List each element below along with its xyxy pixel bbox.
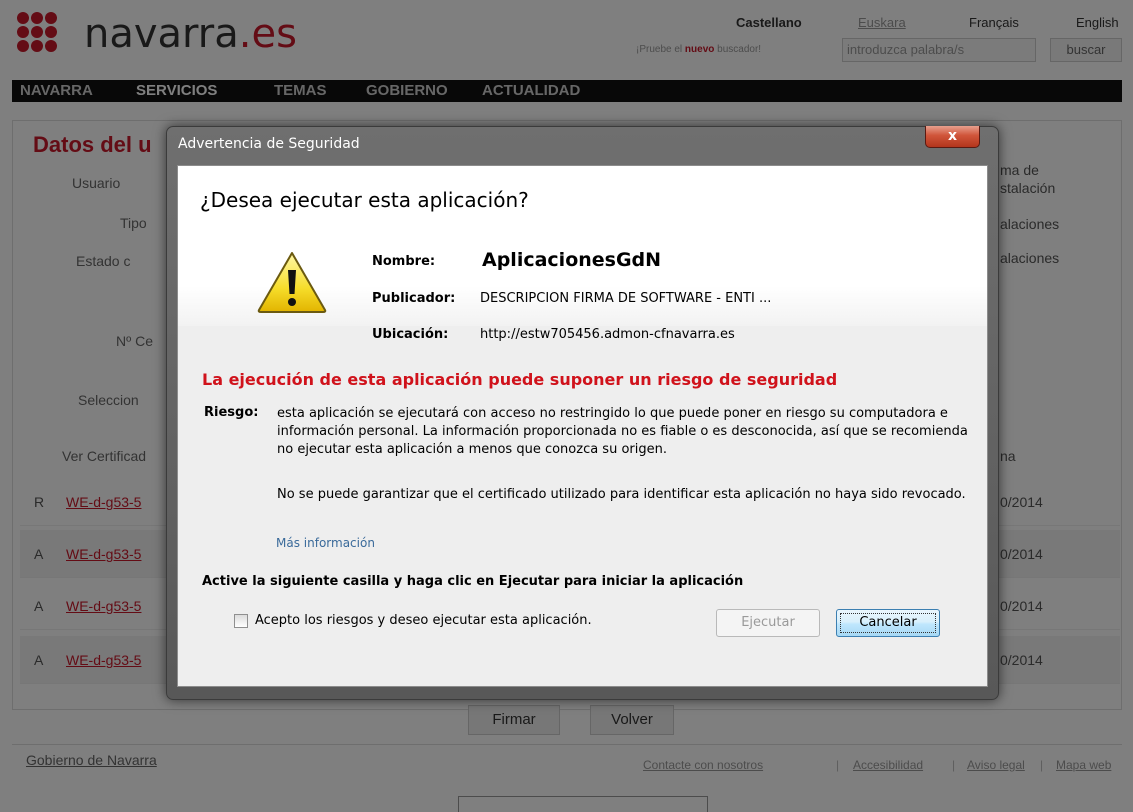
warning-icon — [256, 250, 328, 318]
name-label: Nombre: — [372, 254, 436, 269]
risk-description: esta aplicación se ejecutará con acceso … — [277, 406, 968, 457]
publisher-label: Publicador: — [372, 291, 456, 306]
close-button[interactable]: x — [925, 126, 980, 148]
more-info-link[interactable]: Más información — [276, 536, 375, 550]
publisher-value: DESCRIPCION FIRMA DE SOFTWARE - ENTI ... — [480, 291, 772, 306]
dialog-heading: ¿Desea ejecutar esta aplicación? — [200, 188, 529, 212]
risk-heading: La ejecución de esta aplicación puede su… — [202, 370, 838, 389]
close-icon: x — [947, 128, 958, 144]
risk-label: Riesgo: — [204, 405, 259, 420]
revocation-warning: No se puede garantizar que el certificad… — [277, 487, 966, 502]
dialog-title: Advertencia de Seguridad — [178, 136, 360, 152]
security-warning-dialog: Advertencia de Seguridad x ¿Desea ejecut… — [166, 126, 999, 700]
location-value: http://estw705456.admon-cfnavarra.es — [480, 327, 735, 342]
instructions-text: Active la siguiente casilla y haga clic … — [202, 574, 744, 589]
accept-risk-label[interactable]: Acepto los riesgos y deseo ejecutar esta… — [255, 613, 592, 628]
accept-risk-checkbox[interactable] — [234, 614, 248, 628]
location-label: Ubicación: — [372, 327, 449, 342]
focus-ring — [840, 613, 936, 633]
run-button[interactable]: Ejecutar — [716, 609, 820, 637]
cancel-button[interactable]: Cancelar — [836, 609, 940, 637]
dialog-body: ¿Desea ejecutar esta aplicación? Nombre:… — [177, 165, 988, 687]
name-value: AplicacionesGdN — [482, 249, 662, 271]
